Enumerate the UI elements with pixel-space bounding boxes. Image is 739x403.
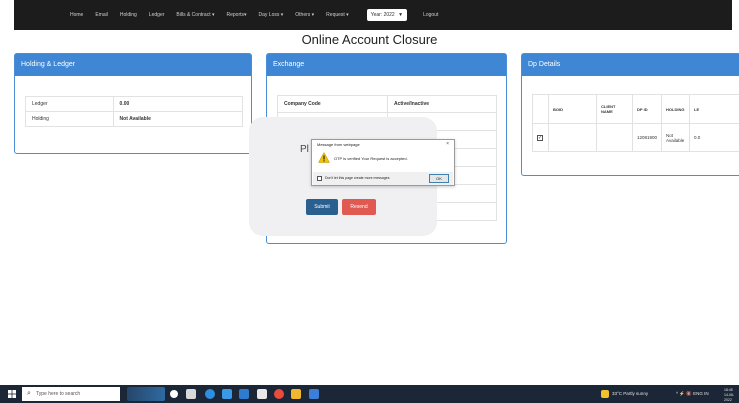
table-header-row: BOID CLIENT NAME DP ID HOLDING LE: [532, 94, 739, 124]
col-ledger: LE: [689, 94, 739, 124]
suppress-messages-checkbox[interactable]: [317, 176, 322, 181]
boid-cell: [548, 123, 597, 152]
browser-icon[interactable]: [222, 389, 232, 399]
windows-taskbar: ⌕ Type here to search 33°C Partly sunny …: [0, 385, 739, 403]
app-root: Home Email Holding Ledger Bills & Contra…: [0, 0, 739, 403]
col-boid: BOID: [548, 94, 597, 124]
weather-icon: [601, 390, 609, 398]
nav-request[interactable]: Request ▾: [326, 12, 349, 18]
app-icon[interactable]: [309, 389, 319, 399]
nav-others[interactable]: Others ▾: [295, 12, 314, 18]
suppress-messages-label: Don't let this page create more messages: [325, 176, 390, 180]
holding-label: Holding: [25, 111, 114, 127]
file-explorer-icon[interactable]: [257, 389, 267, 399]
dialog-message: OTP is verified Your Request is accepted…: [334, 156, 408, 161]
dp-details-panel: Dp Details BOID CLIENT NAME DP ID HOLDIN…: [521, 53, 739, 176]
holding-ledger-panel-title: Holding & Ledger: [15, 54, 251, 76]
ledger-value: 0.00: [112, 96, 244, 112]
col-active-inactive: Active/Inactive: [387, 95, 497, 113]
warning-icon: [318, 152, 330, 163]
nav-ledger[interactable]: Ledger: [149, 12, 165, 18]
nav-bills-contract[interactable]: Bills & Contract ▾: [176, 12, 214, 18]
dialog-footer: Don't let this page create more messages…: [313, 172, 453, 185]
exchange-panel-title: Exchange: [267, 54, 506, 76]
col-select: [532, 94, 549, 124]
client-name-cell: [596, 123, 633, 152]
resend-button[interactable]: Resend: [342, 199, 376, 215]
holding-ledger-panel: Holding & Ledger Ledger 0.00 Holding Not…: [14, 53, 252, 154]
table-row: ✓ 12081900 Not Available 0.0: [532, 123, 739, 152]
close-icon[interactable]: ×: [446, 141, 449, 147]
search-icon: ⌕: [27, 390, 31, 397]
holding-ledger-table: Ledger 0.00 Holding Not Available: [25, 96, 244, 127]
chevron-down-icon: ▼: [398, 12, 404, 18]
clock-date: 14-06-2022: [724, 393, 735, 402]
nav-email[interactable]: Email: [95, 12, 108, 18]
weather-text[interactable]: 33°C Partly sunny: [612, 391, 648, 396]
year-select[interactable]: Year: 2022 ▼: [366, 9, 408, 21]
nav-reports[interactable]: Reports▾: [226, 12, 246, 18]
col-holding: HOLDING: [661, 94, 691, 124]
search-highlight-illustration: [127, 387, 165, 401]
nav-home[interactable]: Home: [70, 12, 83, 18]
widgets-icon[interactable]: [186, 389, 196, 399]
dp-details-table: BOID CLIENT NAME DP ID HOLDING LE ✓ 1208…: [532, 94, 739, 152]
edge-browser-icon[interactable]: [205, 389, 215, 399]
overlay-partial-text: Pl: [300, 144, 309, 155]
table-row: Holding Not Available: [25, 111, 244, 127]
ledger-label: Ledger: [25, 96, 114, 112]
submit-button[interactable]: Submit: [306, 199, 338, 215]
ok-button[interactable]: OK: [429, 174, 449, 183]
task-view-icon[interactable]: [170, 390, 178, 398]
store-icon[interactable]: [239, 389, 249, 399]
page-title: Online Account Closure: [301, 32, 438, 47]
table-header-row: Company Code Active/Inactive: [277, 95, 497, 113]
table-row: Ledger 0.00: [25, 96, 244, 112]
nav-day-loss[interactable]: Day Loss ▾: [259, 12, 284, 18]
system-tray[interactable]: ^ ⚡ 🔇 ENG IN: [676, 391, 709, 397]
row-checkbox[interactable]: ✓: [537, 134, 543, 141]
windows-start-icon[interactable]: [8, 390, 16, 398]
row-select-cell: ✓: [532, 123, 549, 152]
chrome-icon[interactable]: [274, 389, 284, 399]
top-navbar: Home Email Holding Ledger Bills & Contra…: [14, 0, 732, 30]
message-dialog: Message from webpage × OTP is verified Y…: [311, 139, 455, 186]
ledger-cell: 0.0: [689, 123, 739, 152]
col-company-code: Company Code: [277, 95, 388, 113]
nav-holding[interactable]: Holding: [120, 12, 137, 18]
dialog-title: Message from webpage: [317, 142, 360, 147]
folder-icon[interactable]: [291, 389, 301, 399]
nav-logout[interactable]: Logout: [423, 12, 438, 18]
dp-id-cell: 12081900: [631, 123, 663, 152]
year-select-label: Year: 2022: [370, 12, 395, 18]
col-client-name: CLIENT NAME: [596, 94, 633, 124]
taskbar-search-box[interactable]: ⌕ Type here to search: [22, 387, 120, 401]
holding-value: Not Available: [112, 111, 244, 127]
holding-cell: Not Available: [661, 123, 691, 152]
taskbar-search-placeholder: Type here to search: [36, 391, 81, 397]
col-dp-id: DP ID: [631, 94, 663, 124]
clock[interactable]: 18:45 14-06-2022: [724, 388, 739, 403]
dp-details-panel-title: Dp Details: [522, 54, 739, 76]
